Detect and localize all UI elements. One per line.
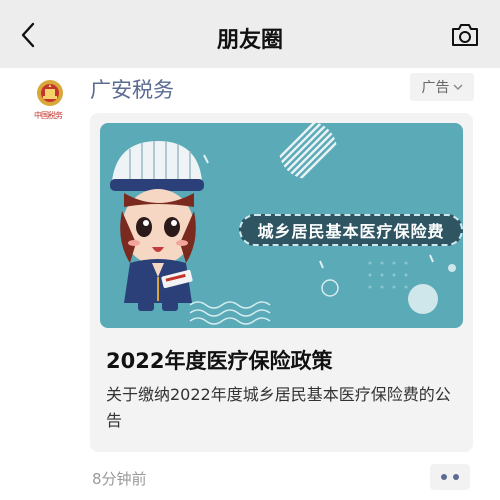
ad-tag[interactable]: 广告 <box>410 73 474 101</box>
ad-banner-image[interactable]: 城乡居民基本医疗保险费 <box>100 123 463 328</box>
top-bar: 朋友圈 <box>0 0 500 68</box>
page-title: 朋友圈 <box>216 28 283 53</box>
avatar-caption: 中国税务 <box>34 111 63 120</box>
ad-label: 广告 <box>421 80 450 96</box>
camera-button[interactable] <box>450 22 480 48</box>
card-description[interactable]: 关于缴纳2022年度城乡居民基本医疗保险费的公告 <box>106 382 466 434</box>
dot-icon <box>441 474 447 480</box>
chevron-down-icon <box>453 84 462 90</box>
more-actions-button[interactable] <box>430 464 470 490</box>
account-name[interactable]: 广安税务 <box>90 74 174 104</box>
banner-label: 城乡居民基本医疗保险费 <box>239 214 463 246</box>
camera-icon <box>452 24 478 46</box>
dot-icon <box>453 474 459 480</box>
card-title[interactable]: 2022年度医疗保险政策 <box>106 345 332 375</box>
tax-emblem-icon <box>37 80 63 106</box>
post-time: 8分钟前 <box>92 470 147 488</box>
